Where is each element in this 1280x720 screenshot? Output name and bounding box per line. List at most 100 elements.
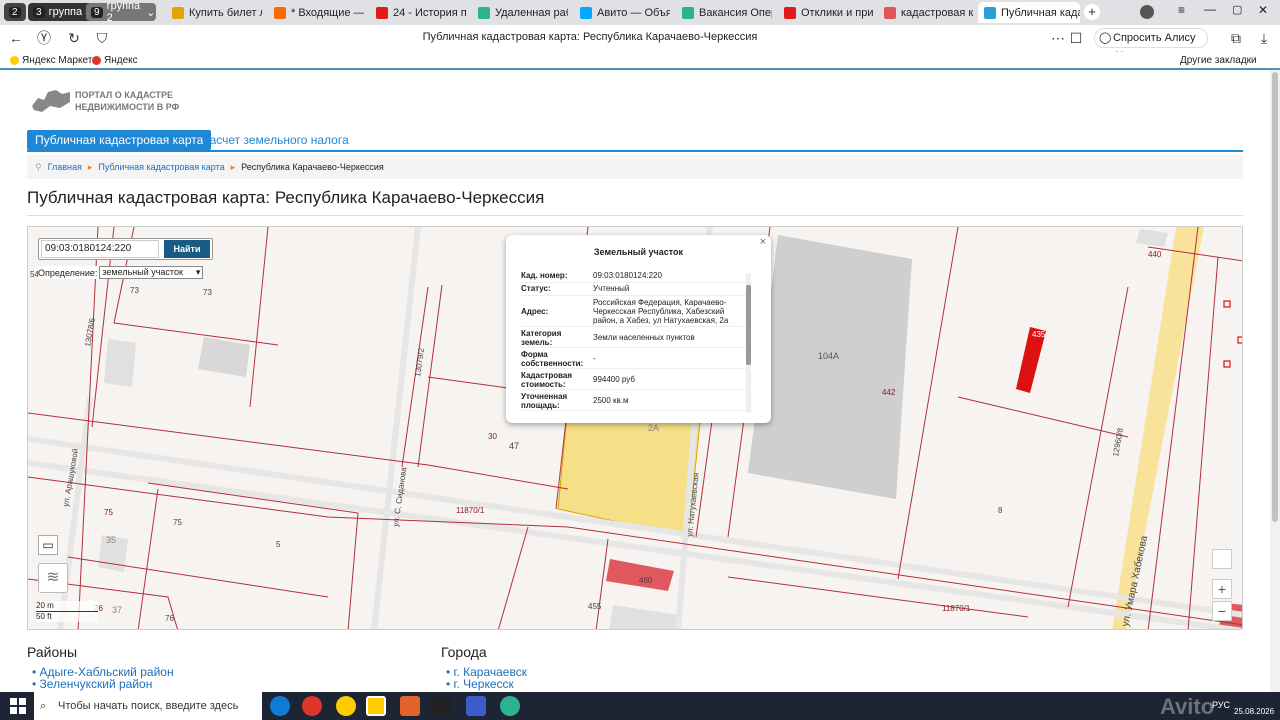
back-icon[interactable]: ← bbox=[8, 30, 24, 46]
district-link[interactable]: Зеленчукский район bbox=[40, 677, 153, 691]
tab-underline bbox=[27, 150, 1243, 152]
svg-text:12960/8: 12960/8 bbox=[1111, 427, 1125, 458]
favicon-icon bbox=[784, 6, 796, 19]
find-button[interactable]: Найти bbox=[164, 240, 210, 258]
svg-text:8: 8 bbox=[998, 506, 1003, 515]
tab-public-map[interactable]: Публичная кадастровая карта bbox=[27, 130, 212, 150]
svg-text:460: 460 bbox=[639, 576, 653, 585]
cadastral-number-input[interactable]: 09:03:0180124:220 bbox=[41, 240, 159, 258]
tab-avito[interactable]: Авито — Объявле bbox=[574, 2, 670, 23]
tabs-list-icon[interactable]: ≡ bbox=[1178, 3, 1185, 17]
ruler-icon[interactable]: ▭ bbox=[38, 535, 58, 555]
close-window-icon[interactable]: ✕ bbox=[1258, 3, 1268, 17]
svg-text:442: 442 bbox=[882, 388, 896, 397]
districts-list: • Адыге-Хабльский район • Зеленчукский р… bbox=[32, 666, 174, 690]
bookmark-yandex[interactable]: Яндекс bbox=[92, 55, 138, 66]
building bbox=[1136, 229, 1168, 247]
city-link[interactable]: г. Черкесск bbox=[454, 677, 514, 691]
taskbar-app-icon[interactable] bbox=[336, 696, 356, 716]
scrollbar-thumb[interactable] bbox=[1272, 72, 1278, 522]
more-icon[interactable]: ⋯ bbox=[1050, 30, 1066, 46]
alice-icon: ◯ bbox=[1099, 32, 1112, 44]
bookmark-market[interactable]: Яндекс Маркет bbox=[10, 55, 92, 66]
page-title: Публичная кадастровая карта: Республика … bbox=[27, 188, 545, 207]
building-460 bbox=[606, 559, 674, 591]
building-104a bbox=[748, 235, 912, 499]
breadcrumb-map[interactable]: Публичная кадастровая карта bbox=[98, 155, 224, 179]
portal-logo-text[interactable]: ПОРТАЛ О КАДАСТРЕ НЕДВИЖИМОСТИ В РФ bbox=[75, 89, 179, 113]
zoom-out-button[interactable]: − bbox=[1212, 601, 1232, 621]
collections-icon[interactable]: ⧉ bbox=[1228, 30, 1244, 46]
cities-title: Города bbox=[441, 644, 487, 660]
definition-control: Определение: земельный участок ▾ bbox=[38, 266, 204, 279]
building bbox=[609, 605, 678, 629]
breadcrumb-home[interactable]: Главная bbox=[48, 155, 82, 179]
svg-text:2А: 2А bbox=[648, 423, 659, 433]
tab-remote-work[interactable]: Удаленная работ bbox=[472, 2, 568, 23]
taskbar-app-icon[interactable] bbox=[500, 696, 520, 716]
districts-title: Районы bbox=[27, 644, 78, 660]
brave-icon[interactable] bbox=[400, 696, 420, 716]
svg-text:47: 47 bbox=[509, 441, 519, 451]
building bbox=[104, 339, 136, 387]
svg-text:13079/2: 13079/2 bbox=[413, 347, 426, 377]
tab-responses[interactable]: Отклики и пригла bbox=[778, 2, 874, 23]
zoom-in-button[interactable]: + bbox=[1212, 579, 1232, 599]
tab-lottery[interactable]: Купить билет лот bbox=[166, 2, 262, 23]
svg-text:73: 73 bbox=[130, 286, 139, 295]
tab-group-2b[interactable]: 9 группа 2 ⌄ bbox=[86, 0, 156, 24]
tab-history[interactable]: 24 - История прос bbox=[370, 2, 466, 23]
shield-icon[interactable]: ⛉ bbox=[94, 30, 110, 46]
divider bbox=[27, 215, 1243, 216]
svg-text:11870/1: 11870/1 bbox=[456, 506, 485, 515]
popup-row: Форма собственности: - bbox=[521, 349, 746, 369]
downloads-icon[interactable]: ⤓ bbox=[1256, 30, 1272, 46]
taskbar-search[interactable]: ⌕ Чтобы начать поиск, введите здесь запр… bbox=[34, 692, 262, 720]
tab-group-2[interactable]: 2 bbox=[4, 3, 26, 21]
popup-title: Земельный участок bbox=[593, 247, 684, 257]
market-icon bbox=[10, 56, 19, 65]
favicon-icon bbox=[580, 6, 592, 19]
maximize-icon[interactable]: ▢ bbox=[1232, 3, 1242, 16]
yandex-browser-icon[interactable] bbox=[302, 696, 322, 716]
chevron-right-icon: ▸ bbox=[87, 162, 93, 172]
popup-row: Кадастровая стоимость: 994400 руб bbox=[521, 370, 746, 390]
web-page: ПОРТАЛ О КАДАСТРЕ НЕДВИЖИМОСТИ В РФ Публи… bbox=[0, 70, 1270, 692]
cadastral-map[interactable]: 73 73 13078/6 13079/2 104А 442 440 435 4… bbox=[27, 226, 1243, 630]
bookmark-icon[interactable]: ☐ bbox=[1068, 30, 1084, 46]
svg-text:76: 76 bbox=[165, 614, 174, 623]
tab-active-cadastre[interactable]: Публичная када✕ bbox=[978, 2, 1080, 23]
other-bookmarks[interactable]: Другие закладки bbox=[1180, 55, 1257, 66]
language-indicator[interactable]: РУС bbox=[1212, 700, 1230, 710]
taskbar-app-icon[interactable] bbox=[466, 696, 486, 716]
tab-vacancy[interactable]: Вакансия Операт bbox=[676, 2, 772, 23]
reload-icon[interactable]: ↻ bbox=[66, 30, 82, 46]
minimize-icon[interactable]: — bbox=[1204, 2, 1216, 16]
search-box: 09:03:0180124:220 Найти bbox=[38, 238, 213, 260]
definition-select[interactable]: земельный участок ▾ bbox=[99, 266, 204, 279]
close-icon[interactable]: × bbox=[760, 236, 766, 248]
profile-icon[interactable] bbox=[1140, 5, 1154, 19]
svg-text:30: 30 bbox=[488, 432, 497, 441]
popup-row: Адрес: Российская Федерация, Карачаево-Че… bbox=[521, 297, 746, 327]
fullscreen-button[interactable] bbox=[1212, 549, 1232, 569]
address-title[interactable]: Публичная кадастровая карта: Республика … bbox=[360, 31, 820, 43]
yandex-icon[interactable]: Ⓨ bbox=[36, 30, 52, 46]
layers-icon[interactable]: ≋ bbox=[38, 563, 68, 593]
windows-start-icon[interactable] bbox=[10, 698, 26, 714]
page-scrollbar[interactable] bbox=[1270, 70, 1280, 692]
svg-text:455: 455 bbox=[588, 602, 602, 611]
popup-scrollbar[interactable] bbox=[746, 273, 751, 413]
new-tab-icon[interactable]: + bbox=[1084, 4, 1100, 20]
alice-button[interactable]: ◯Спросить Алису AI bbox=[1094, 28, 1208, 62]
taskbar-date[interactable]: 25.08.2026 bbox=[1234, 707, 1274, 716]
popup-row: Статус: Учтенный bbox=[521, 284, 746, 296]
yandex-active-icon[interactable] bbox=[366, 696, 386, 716]
edge-icon[interactable] bbox=[270, 696, 290, 716]
tab-mail[interactable]: * Входящие — Янд bbox=[268, 2, 364, 23]
taskbar-app-icon[interactable] bbox=[432, 696, 452, 716]
svg-text:37: 37 bbox=[112, 605, 122, 615]
tab-land-tax[interactable]: Расчет земельного налога bbox=[194, 130, 357, 150]
land-parcel-popup: Земельный участок × Кад. номер: 09:03:018… bbox=[506, 235, 771, 423]
tab-cadastre-search[interactable]: кадастровая карт bbox=[878, 2, 974, 23]
